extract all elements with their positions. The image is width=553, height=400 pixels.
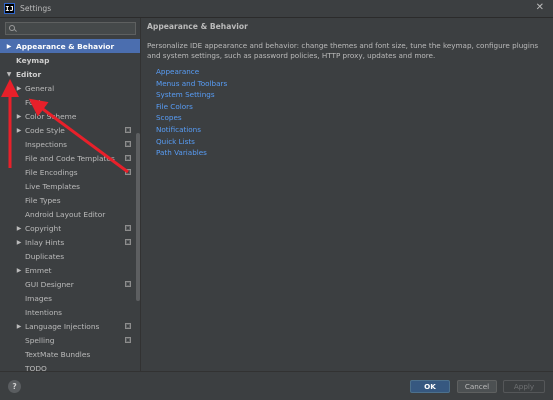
tree-item-label: TextMate Bundles bbox=[25, 349, 91, 359]
sidebar-scrollbar[interactable] bbox=[136, 133, 140, 301]
tree-item-label: File Encodings bbox=[25, 167, 78, 177]
project-scope-icon bbox=[125, 127, 131, 133]
page-title: Appearance & Behavior bbox=[147, 22, 248, 31]
tree-item-spelling[interactable]: Spelling bbox=[0, 333, 140, 347]
tree-item-live-templates[interactable]: Live Templates bbox=[0, 179, 140, 193]
tree-item-label: File Types bbox=[25, 195, 61, 205]
tree-item-copyright[interactable]: ▶ Copyright bbox=[0, 221, 140, 235]
project-scope-icon bbox=[125, 323, 131, 329]
tree-item-general[interactable]: ▶ General bbox=[0, 81, 140, 95]
title-bar: IJ Settings ✕ bbox=[0, 0, 553, 18]
tree-item-todo[interactable]: TODO bbox=[0, 361, 140, 372]
link-scopes[interactable]: Scopes bbox=[156, 112, 227, 124]
tree-item-label: Appearance & Behavior bbox=[16, 41, 115, 51]
close-icon[interactable]: ✕ bbox=[536, 2, 544, 13]
tree-item-inspections[interactable]: Inspections bbox=[0, 137, 140, 151]
tree-item-label: TODO bbox=[25, 363, 47, 372]
tree-item-label: Language Injections bbox=[25, 321, 100, 331]
tree-item-font[interactable]: Font bbox=[0, 95, 140, 109]
chevron-right-icon[interactable]: ▶ bbox=[15, 267, 23, 274]
project-scope-icon bbox=[125, 239, 131, 245]
tree-item-appearance-behavior[interactable]: ▶ Appearance & Behavior bbox=[0, 39, 140, 53]
tree-item-emmet[interactable]: ▶ Emmet bbox=[0, 263, 140, 277]
tree-item-label: Duplicates bbox=[25, 251, 65, 261]
cancel-button[interactable]: Cancel bbox=[457, 380, 497, 393]
tree-item-label: Inspections bbox=[25, 139, 68, 149]
project-scope-icon bbox=[125, 281, 131, 287]
tree-item-label: Emmet bbox=[25, 265, 52, 275]
project-scope-icon bbox=[125, 141, 131, 147]
project-scope-icon bbox=[125, 337, 131, 343]
tree-item-label: Editor bbox=[16, 69, 42, 79]
tree-item-label: Font bbox=[25, 97, 42, 107]
project-scope-icon bbox=[125, 225, 131, 231]
tree-item-editor[interactable]: ▼ Editor bbox=[0, 67, 140, 81]
project-scope-icon bbox=[125, 155, 131, 161]
tree-item-label: Code Style bbox=[25, 125, 65, 135]
tree-item-images[interactable]: Images bbox=[0, 291, 140, 305]
search-input[interactable] bbox=[19, 23, 129, 34]
tree-item-label: Images bbox=[25, 293, 52, 303]
tree-item-inlay-hints[interactable]: ▶ Inlay Hints bbox=[0, 235, 140, 249]
dialog-footer: ? OK Cancel Apply bbox=[0, 371, 553, 400]
subpage-link-list: Appearance Menus and Toolbars System Setti… bbox=[156, 66, 227, 159]
tree-item-label: Android Layout Editor bbox=[25, 209, 106, 219]
tree-item-label: Inlay Hints bbox=[25, 237, 65, 247]
tree-item-label: Keymap bbox=[16, 55, 50, 65]
ok-button[interactable]: OK bbox=[410, 380, 450, 393]
settings-tree: ▶ Appearance & Behavior Keymap ▼ Editor ▶ Gene… bbox=[0, 39, 140, 372]
chevron-right-icon[interactable]: ▶ bbox=[15, 323, 23, 330]
tree-item-file-encodings[interactable]: File Encodings bbox=[0, 165, 140, 179]
chevron-right-icon[interactable]: ▶ bbox=[15, 239, 23, 246]
link-menus-and-toolbars[interactable]: Menus and Toolbars bbox=[156, 78, 227, 90]
chevron-right-icon[interactable]: ▶ bbox=[15, 85, 23, 92]
tree-item-android-layout-editor[interactable]: Android Layout Editor bbox=[0, 207, 140, 221]
tree-item-label: Color Scheme bbox=[25, 111, 77, 121]
link-path-variables[interactable]: Path Variables bbox=[156, 147, 227, 159]
link-system-settings[interactable]: System Settings bbox=[156, 89, 227, 101]
tree-item-label: Live Templates bbox=[25, 181, 81, 191]
apply-button[interactable]: Apply bbox=[503, 380, 545, 393]
tree-item-duplicates[interactable]: Duplicates bbox=[0, 249, 140, 263]
chevron-right-icon[interactable]: ▶ bbox=[15, 127, 23, 134]
link-appearance[interactable]: Appearance bbox=[156, 66, 227, 78]
tree-item-color-scheme[interactable]: ▶ Color Scheme bbox=[0, 109, 140, 123]
tree-item-file-types[interactable]: File Types bbox=[0, 193, 140, 207]
tree-item-label: File and Code Templates bbox=[25, 153, 115, 163]
help-button[interactable]: ? bbox=[8, 380, 21, 393]
tree-item-code-style[interactable]: ▶ Code Style bbox=[0, 123, 140, 137]
search-field[interactable] bbox=[5, 22, 136, 35]
tree-item-textmate-bundles[interactable]: TextMate Bundles bbox=[0, 347, 140, 361]
chevron-right-icon[interactable]: ▶ bbox=[15, 113, 23, 120]
search-icon bbox=[9, 24, 17, 33]
tree-item-language-injections[interactable]: ▶ Language Injections bbox=[0, 319, 140, 333]
chevron-down-icon[interactable]: ▼ bbox=[5, 71, 13, 78]
window-title: Settings bbox=[20, 4, 52, 13]
tree-item-label: Spelling bbox=[25, 335, 55, 345]
tree-item-label: Intentions bbox=[25, 307, 63, 317]
settings-sidebar: ▶ Appearance & Behavior Keymap ▼ Editor ▶ Gene… bbox=[0, 18, 141, 371]
project-scope-icon bbox=[125, 169, 131, 175]
intellij-logo-icon: IJ bbox=[4, 3, 15, 14]
link-notifications[interactable]: Notifications bbox=[156, 124, 227, 136]
tree-item-intentions[interactable]: Intentions bbox=[0, 305, 140, 319]
settings-content-pane: Appearance & Behavior Personalize IDE ap… bbox=[141, 18, 553, 371]
tree-item-label: General bbox=[25, 83, 55, 93]
tree-item-keymap[interactable]: Keymap bbox=[0, 53, 140, 67]
chevron-right-icon[interactable]: ▶ bbox=[15, 225, 23, 232]
tree-item-label: GUI Designer bbox=[25, 279, 74, 289]
tree-item-file-and-code-templates[interactable]: File and Code Templates bbox=[0, 151, 140, 165]
chevron-right-icon[interactable]: ▶ bbox=[5, 43, 13, 50]
link-quick-lists[interactable]: Quick Lists bbox=[156, 136, 227, 148]
tree-item-label: Copyright bbox=[25, 223, 62, 233]
tree-item-gui-designer[interactable]: GUI Designer bbox=[0, 277, 140, 291]
page-description: Personalize IDE appearance and behavior:… bbox=[147, 41, 539, 60]
link-file-colors[interactable]: File Colors bbox=[156, 101, 227, 113]
